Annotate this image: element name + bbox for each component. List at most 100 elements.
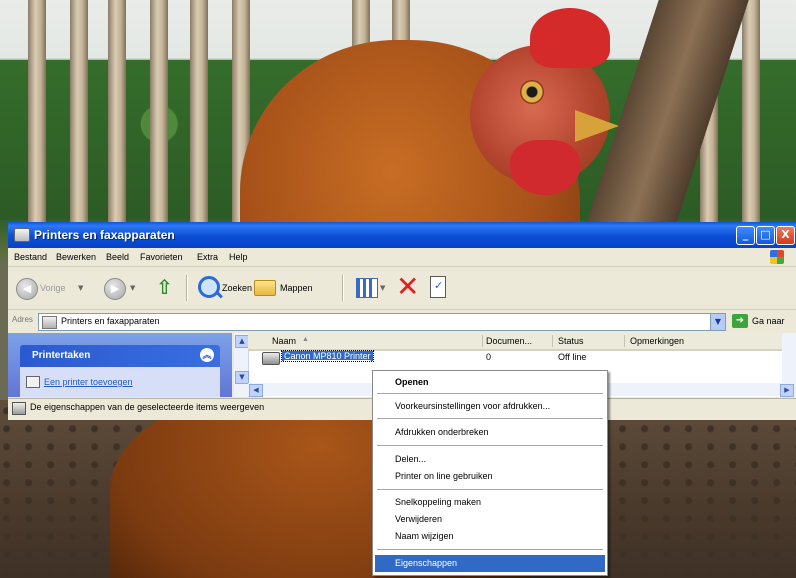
- menu-item-label: Verwijderen: [395, 514, 443, 524]
- menu-edit[interactable]: Bewerken: [56, 252, 96, 262]
- views-icon[interactable]: [356, 278, 378, 298]
- printer-tasks-title: Printertaken: [32, 350, 91, 361]
- views-dropdown-arrow-icon[interactable]: ▼: [380, 284, 385, 292]
- forward-arrow-icon[interactable]: ▶: [104, 278, 126, 300]
- status-cell: Off line: [558, 352, 587, 362]
- close-button[interactable]: X: [776, 226, 795, 245]
- windows-logo-icon: [770, 250, 784, 264]
- fence-picket: [742, 0, 760, 240]
- toolbar: ◀ Vorige ▼ ▶ ▼ ⇧ Zoeken Mappen ▼ ✕: [8, 267, 796, 310]
- menu-item-label: Eigenschappen: [395, 558, 458, 568]
- address-field[interactable]: Printers en faxapparaten: [38, 313, 726, 331]
- column-separator[interactable]: [624, 335, 625, 347]
- list-scrollbar-left[interactable]: ▲ ▼: [234, 333, 249, 397]
- menu-item-open[interactable]: Openen: [375, 374, 605, 391]
- column-comments[interactable]: Opmerkingen: [630, 336, 684, 346]
- scroll-right-icon[interactable]: ▶: [780, 384, 794, 397]
- back-button-label[interactable]: Vorige: [40, 283, 66, 293]
- menu-separator: [377, 489, 603, 490]
- forward-history-arrow-icon[interactable]: ▼: [130, 284, 135, 292]
- printer-tasks-header[interactable]: Printertaken ︽: [20, 345, 220, 367]
- menu-bar: Bestand Bewerken Beeld Favorieten Extra …: [8, 249, 796, 267]
- printer-folder-icon: [14, 228, 30, 242]
- menu-tools[interactable]: Extra: [197, 252, 218, 262]
- menu-item-label: Afdrukken onderbreken: [395, 427, 489, 437]
- hen-comb: [530, 8, 610, 68]
- menu-item-rename[interactable]: Naam wijzigen: [375, 528, 605, 545]
- menu-item-sharing[interactable]: Delen...: [375, 451, 605, 468]
- table-row[interactable]: Canon MP810 Printer 0 Off line: [248, 350, 788, 365]
- menu-item-label: Delen...: [395, 454, 427, 464]
- fence-picket: [70, 0, 88, 240]
- menu-file[interactable]: Bestand: [14, 252, 47, 262]
- add-printer-link[interactable]: Een printer toevoegen: [44, 377, 133, 387]
- delete-icon[interactable]: ✕: [396, 272, 419, 302]
- menu-item-create-shortcut[interactable]: Snelkoppeling maken: [375, 494, 605, 511]
- menu-item-label: Naam wijzigen: [395, 531, 454, 541]
- menu-item-use-printer-online[interactable]: Printer on line gebruiken: [375, 468, 605, 485]
- go-button-label[interactable]: Ga naar: [752, 316, 785, 326]
- go-arrow-icon[interactable]: ➜: [732, 314, 748, 328]
- scroll-left-icon[interactable]: ◀: [249, 384, 263, 397]
- status-text: De eigenschappen van de geselecteerde it…: [30, 402, 265, 412]
- scroll-down-icon[interactable]: ▼: [235, 371, 249, 384]
- printers-folder-icon: [42, 316, 57, 329]
- printer-tasks-body: Een printer toevoegen: [20, 367, 220, 397]
- fence-picket: [108, 0, 126, 240]
- menu-separator: [377, 393, 603, 394]
- column-documents[interactable]: Documen...: [486, 336, 532, 346]
- context-menu: Openen Voorkeursinstellingen voor afdruk…: [372, 370, 608, 576]
- column-separator[interactable]: [552, 335, 553, 347]
- fence-picket: [150, 0, 168, 240]
- fence-picket: [190, 0, 208, 240]
- collapse-chevron-icon[interactable]: ︽: [200, 348, 214, 362]
- window-title: Printers en faxapparaten: [34, 228, 175, 242]
- add-printer-icon: [26, 376, 40, 388]
- folders-button-label[interactable]: Mappen: [280, 283, 313, 293]
- menu-help[interactable]: Help: [229, 252, 248, 262]
- address-dropdown-icon[interactable]: ▼: [710, 313, 726, 331]
- back-history-arrow-icon[interactable]: ▼: [78, 284, 83, 292]
- printer-icon: [262, 352, 280, 365]
- menu-item-label: Voorkeursinstellingen voor afdrukken...: [395, 401, 551, 411]
- menu-item-delete[interactable]: Verwijderen: [375, 511, 605, 528]
- menu-view[interactable]: Beeld: [106, 252, 129, 262]
- column-name[interactable]: Naam: [272, 336, 296, 346]
- menu-item-printing-preferences[interactable]: Voorkeursinstellingen voor afdrukken...: [375, 398, 605, 415]
- status-printer-icon: [12, 402, 26, 415]
- list-scrollbar-right[interactable]: [782, 333, 796, 383]
- scroll-up-icon[interactable]: ▲: [235, 335, 249, 348]
- search-icon[interactable]: [198, 276, 220, 298]
- documents-cell: 0: [486, 352, 492, 362]
- folder-up-icon[interactable]: ⇧: [156, 275, 176, 299]
- menu-item-label: Printer on line gebruiken: [395, 471, 493, 481]
- toolbar-separator: [342, 275, 344, 301]
- title-bar[interactable]: Printers en faxapparaten _ □ X: [8, 222, 796, 248]
- sort-arrow-icon: ▲: [302, 336, 309, 343]
- column-separator[interactable]: [482, 335, 483, 347]
- column-status[interactable]: Status: [558, 336, 584, 346]
- address-bar: Adres Printers en faxapparaten ▼ ➜ Ga na…: [8, 310, 796, 332]
- minimize-button[interactable]: _: [736, 226, 755, 245]
- menu-item-label: Openen: [395, 377, 429, 387]
- address-label: Adres: [12, 315, 33, 324]
- hen-eye: [520, 80, 544, 104]
- toolbar-separator: [186, 275, 188, 301]
- menu-favorites[interactable]: Favorieten: [140, 252, 183, 262]
- fence-picket: [28, 0, 46, 240]
- menu-item-properties[interactable]: Eigenschappen: [375, 555, 605, 572]
- search-button-label[interactable]: Zoeken: [222, 283, 252, 293]
- menu-item-pause-printing[interactable]: Afdrukken onderbreken: [375, 424, 605, 441]
- menu-separator: [377, 445, 603, 446]
- address-value[interactable]: Printers en faxapparaten: [61, 316, 160, 326]
- printer-name-cell[interactable]: Canon MP810 Printer: [281, 350, 374, 362]
- column-header: Naam ▲ Documen... Status Opmerkingen: [248, 333, 796, 351]
- maximize-button[interactable]: □: [756, 226, 775, 245]
- back-arrow-icon[interactable]: ◀: [16, 278, 38, 300]
- folders-icon[interactable]: [254, 280, 276, 296]
- menu-separator: [377, 549, 603, 550]
- properties-icon[interactable]: [430, 276, 446, 298]
- task-pane: Printertaken ︽ Een printer toevoegen: [8, 333, 232, 397]
- menu-item-label: Snelkoppeling maken: [395, 497, 482, 507]
- menu-separator: [377, 418, 603, 419]
